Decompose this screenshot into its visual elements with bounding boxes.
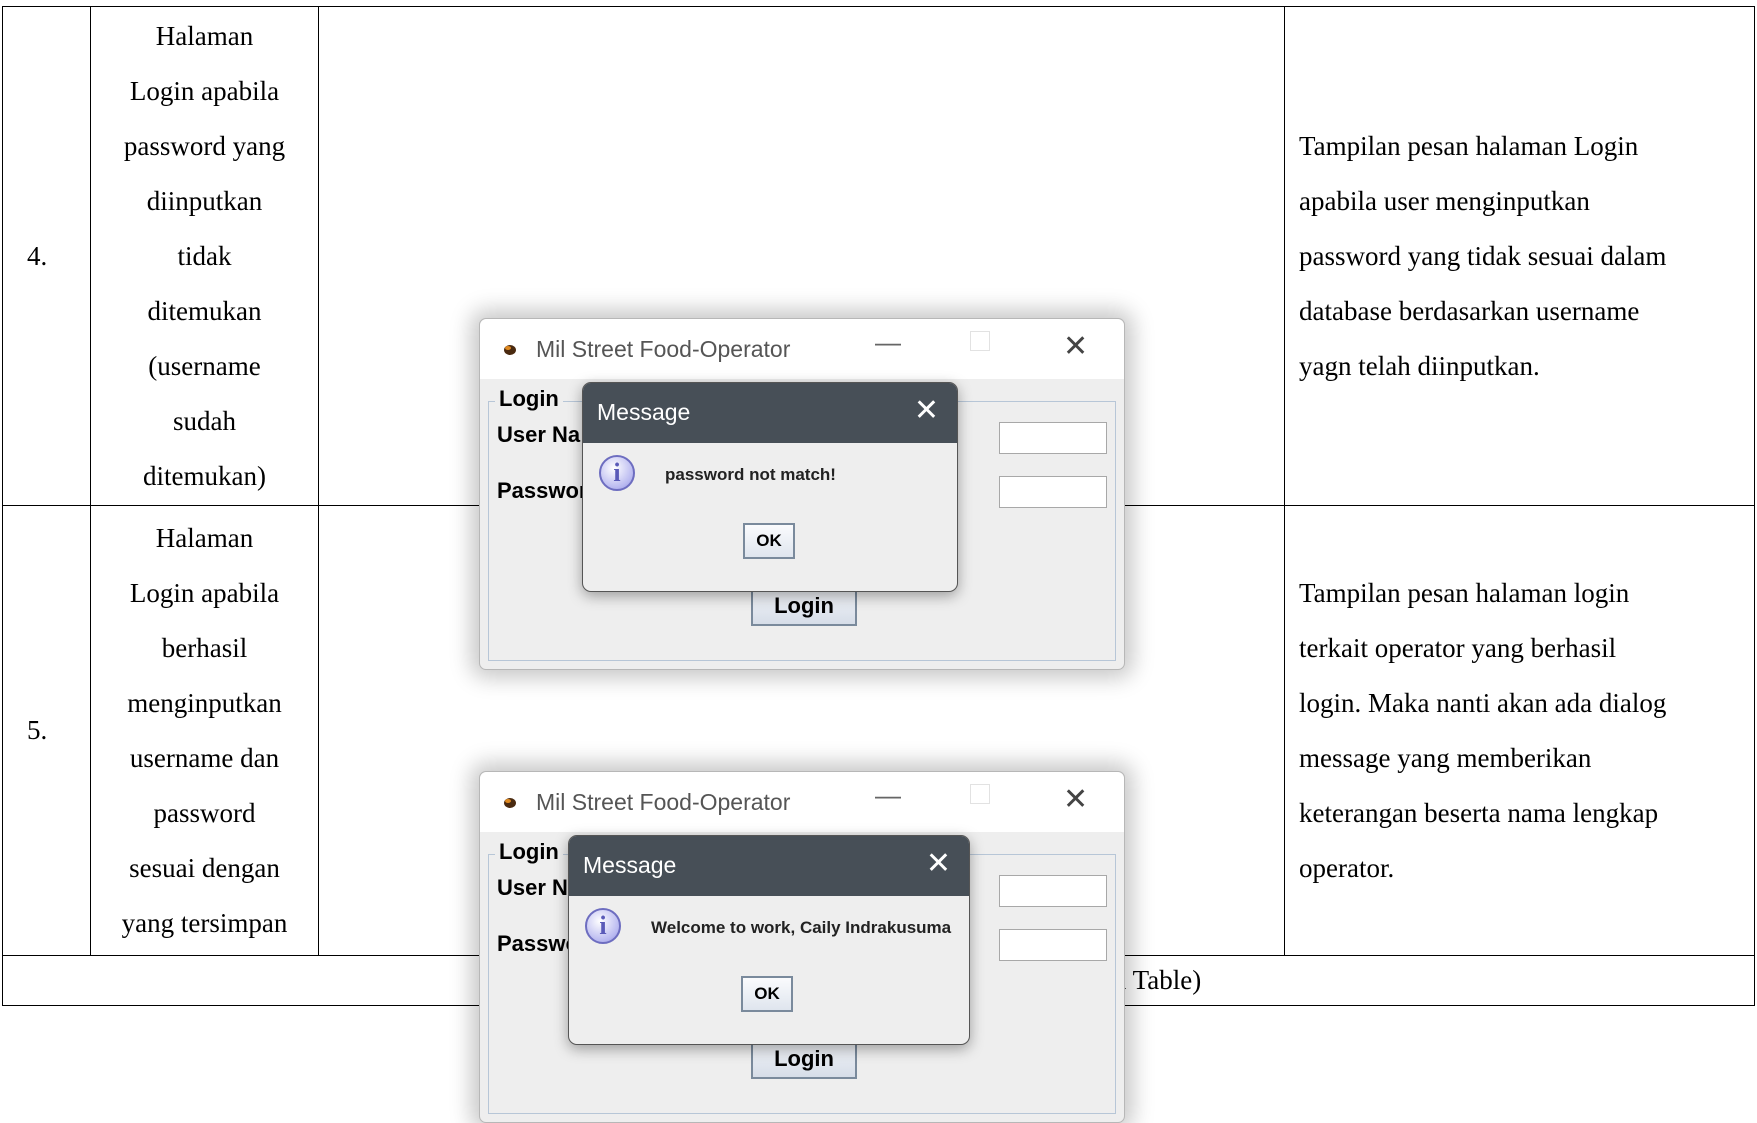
text-line: apabila user menginputkan <box>1299 185 1590 216</box>
username-input[interactable] <box>999 422 1107 454</box>
text-line: terkait operator yang berhasil <box>1299 632 1617 663</box>
ok-button[interactable]: OK <box>741 975 793 1012</box>
maximize-icon[interactable] <box>970 331 990 351</box>
login-button[interactable]: Login <box>751 1038 857 1079</box>
password-input[interactable] <box>999 928 1107 961</box>
username-label: User N <box>497 874 568 900</box>
step-description: Halaman Login apabila berhasil menginput… <box>90 505 319 956</box>
text-line: sudah <box>173 405 236 436</box>
text-line: ditemukan <box>147 295 262 326</box>
dialog-titlebar: Message ✕ <box>569 835 969 896</box>
document-table: 4. Halaman Login apabila password yang d… <box>2 6 1755 1123</box>
group-title: Login <box>495 838 563 865</box>
row-number: 5. <box>2 505 91 956</box>
password-label: Passwo <box>497 930 579 956</box>
dialog-title: Message <box>597 399 691 425</box>
minimize-icon[interactable]: — <box>875 327 901 358</box>
text-line: database berdasarkan username <box>1299 295 1640 326</box>
info-icon <box>585 907 621 944</box>
group-title: Login <box>495 386 563 412</box>
login-window: Mil Street Food-Operator — ✕ Login User … <box>479 770 1125 1123</box>
dialog-message: password not match! <box>665 465 836 484</box>
text-line: password yang <box>123 130 286 161</box>
ok-button[interactable]: OK <box>743 523 795 559</box>
text-line: (username <box>148 350 261 381</box>
dialog-message: Welcome to work, Caily Indrakusuma <box>651 917 952 937</box>
text-line: password yang tidak sesuai dalam <box>1299 240 1667 271</box>
text-line: Halaman <box>155 20 254 51</box>
text-line: Login apabila <box>129 75 280 106</box>
text-line: yagn telah diinputkan. <box>1299 350 1540 381</box>
description-cell: Tampilan pesan halaman Login apabila use… <box>1284 6 1755 506</box>
row-number: 4. <box>2 6 91 506</box>
dialog-close-icon[interactable]: ✕ <box>926 846 951 881</box>
text-line: tidak <box>177 240 232 271</box>
text-line: diinputkan <box>146 185 263 216</box>
text-line: sesuai dengan <box>129 852 280 883</box>
text-line: login. Maka nanti akan ada dialog <box>1299 687 1667 718</box>
text-line: berhasil <box>161 632 248 663</box>
window-title: Mil Street Food-Operator <box>536 788 791 815</box>
info-icon <box>599 455 635 491</box>
password-input[interactable] <box>999 476 1107 508</box>
text-line: operator. <box>1299 852 1395 883</box>
close-icon[interactable]: ✕ <box>1063 329 1088 364</box>
text-line: username dan <box>129 742 280 773</box>
app-icon <box>504 345 516 355</box>
window-titlebar: Mil Street Food-Operator — ✕ <box>480 319 1124 379</box>
window-titlebar: Mil Street Food-Operator — ✕ <box>480 771 1124 832</box>
text-line: message yang memberikan <box>1299 742 1592 773</box>
step-description: Halaman Login apabila password yang diin… <box>90 6 319 506</box>
app-icon <box>504 797 516 808</box>
text-line: Tampilan pesan halaman login <box>1299 577 1630 608</box>
text-line: Halaman <box>155 522 254 553</box>
table-row: 4. Halaman Login apabila password yang d… <box>2 6 1755 670</box>
text-line: ditemukan) <box>143 460 266 491</box>
minimize-icon[interactable]: — <box>875 780 901 811</box>
login-window: Mil Street Food-Operator — ✕ Login User … <box>479 318 1125 670</box>
password-label: Passwor <box>497 478 588 503</box>
username-label: User Na <box>497 422 581 447</box>
text-line: Tampilan pesan halaman Login <box>1299 130 1639 161</box>
text-line: password <box>153 797 256 828</box>
text-line: menginputkan <box>127 687 282 718</box>
screenshot-cell: Mil Street Food-Operator — ✕ Login User … <box>318 6 1285 670</box>
dialog-close-icon[interactable]: ✕ <box>914 393 939 428</box>
username-input[interactable] <box>999 874 1107 907</box>
text-line: Login apabila <box>129 577 280 608</box>
message-dialog: Message ✕ password not match! OK <box>582 382 958 592</box>
dialog-title: Message <box>583 851 677 878</box>
login-button[interactable]: Login <box>751 586 857 626</box>
description-cell: Tampilan pesan halaman login terkait ope… <box>1284 505 1755 956</box>
message-dialog: Message ✕ Welcome to work, Caily Indraku… <box>568 834 970 1045</box>
text-line: yang tersimpan <box>121 907 288 938</box>
window-title: Mil Street Food-Operator <box>536 336 791 362</box>
maximize-icon[interactable] <box>970 783 990 804</box>
text-line: keterangan beserta nama lengkap <box>1299 797 1659 828</box>
dialog-titlebar: Message ✕ <box>583 383 957 443</box>
close-icon[interactable]: ✕ <box>1063 782 1088 817</box>
